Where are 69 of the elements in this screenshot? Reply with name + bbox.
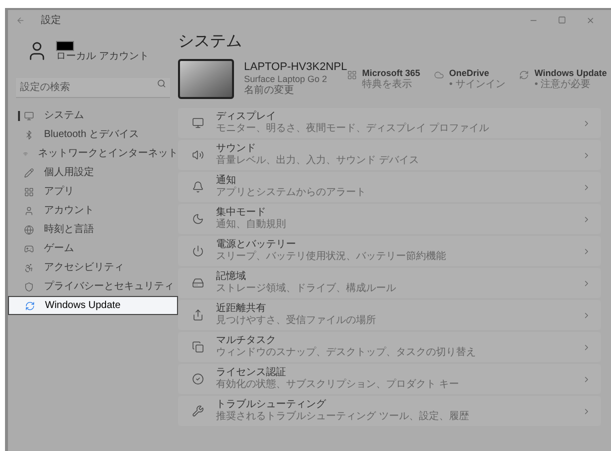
bell-icon: [192, 181, 204, 193]
shield-icon: [24, 282, 34, 292]
chevron-right-icon: [582, 150, 591, 160]
settings-row[interactable]: サウンド 音量レベル、出力、入力、サウンド デバイス: [178, 140, 601, 170]
settings-row[interactable]: 近距離共有 見つけやすさ、受信ファイルの場所: [178, 300, 601, 330]
device-name: LAPTOP-HV3K2NPL: [244, 61, 348, 74]
wrench-icon: [192, 405, 204, 417]
sidebar-item[interactable]: ネットワークとインターネット: [8, 144, 178, 163]
settings-row[interactable]: 記憶域 ストレージ領域、ドライブ、構成ルール: [178, 268, 601, 298]
power-icon: [192, 245, 204, 257]
cloud-icon: [434, 70, 444, 80]
sidebar-item[interactable]: 個人用設定: [8, 163, 178, 182]
search-icon: [157, 79, 166, 88]
sidebar-item[interactable]: アカウント: [8, 201, 178, 220]
account-label: ローカル アカウント: [56, 50, 149, 62]
settings-row[interactable]: 通知 アプリとシステムからのアラート: [178, 172, 601, 202]
sidebar-item[interactable]: Bluetooth とデバイス: [8, 125, 178, 144]
drive-icon: [192, 277, 204, 289]
search-field[interactable]: 設定の検索: [16, 78, 170, 98]
settings-row[interactable]: 電源とバッテリー スリープ、バッテリ使用状況、バッテリー節約機能: [178, 236, 601, 266]
monitor-icon: [24, 110, 34, 120]
chevron-right-icon: [582, 406, 591, 416]
chevron-right-icon: [582, 246, 591, 256]
wallpaper-thumbnail[interactable]: [178, 59, 234, 99]
chevron-right-icon: [582, 214, 591, 224]
sidebar-item[interactable]: Windows Update: [8, 296, 178, 315]
service-tile[interactable]: Windows Update • 注意が必要: [519, 68, 607, 90]
chevron-right-icon: [582, 182, 591, 192]
grid-icon: [24, 186, 34, 196]
moon-icon: [192, 213, 204, 225]
monitor-icon: [192, 117, 204, 129]
accessibility-icon: [24, 262, 34, 272]
chevron-right-icon: [582, 278, 591, 288]
share-icon: [192, 309, 204, 321]
update-icon: [25, 300, 35, 310]
sidebar-item[interactable]: アプリ: [8, 182, 178, 201]
back-icon[interactable]: [16, 16, 25, 24]
settings-row[interactable]: ライセンス認証 有効化の状態、サブスクリプション、プロダクト キー: [178, 364, 601, 394]
sidebar-item[interactable]: ゲーム: [8, 239, 178, 258]
window-title: 設定: [41, 14, 61, 28]
chevron-right-icon: [582, 374, 591, 384]
page-title: システム: [178, 32, 243, 52]
account-name-block: [56, 40, 74, 50]
user-icon: [24, 206, 34, 216]
chevron-right-icon: [582, 310, 591, 320]
settings-row[interactable]: マルチタスク ウィンドウのスナップ、デスクトップ、タスクの切り替え: [178, 332, 601, 362]
device-model: Surface Laptop Go 2: [244, 74, 328, 84]
sidebar-item[interactable]: アクセシビリティ: [8, 258, 178, 277]
close-icon[interactable]: [586, 16, 595, 24]
sidebar-item[interactable]: 時刻と言語: [8, 220, 178, 239]
globe-icon: [24, 224, 34, 234]
grid-icon: [347, 70, 358, 80]
settings-row[interactable]: 集中モード 通知、自動規則: [178, 204, 601, 234]
update-icon: [519, 70, 530, 80]
rename-link[interactable]: 名前の変更: [244, 85, 348, 97]
sidebar-item[interactable]: プライバシーとセキュリティ: [8, 277, 178, 296]
maximize-icon[interactable]: [558, 16, 566, 24]
speaker-icon: [192, 149, 204, 161]
bluetooth-icon: [24, 130, 34, 140]
check-circle-icon: [192, 373, 204, 385]
service-tile[interactable]: OneDrive • サインイン: [434, 68, 506, 90]
gamepad-icon: [24, 244, 34, 254]
chevron-right-icon: [582, 118, 591, 128]
chevron-right-icon: [582, 342, 591, 352]
settings-row[interactable]: トラブルシューティング 推奨されるトラブルシューティング ツール、設定、履歴: [178, 396, 601, 426]
settings-row[interactable]: ディスプレイ モニター、明るさ、夜間モード、ディスプレイ プロファイル: [178, 108, 601, 138]
pencil-icon: [24, 168, 34, 178]
sidebar-item[interactable]: システム: [8, 106, 178, 125]
service-tile[interactable]: Microsoft 365 特典を表示: [347, 68, 420, 90]
